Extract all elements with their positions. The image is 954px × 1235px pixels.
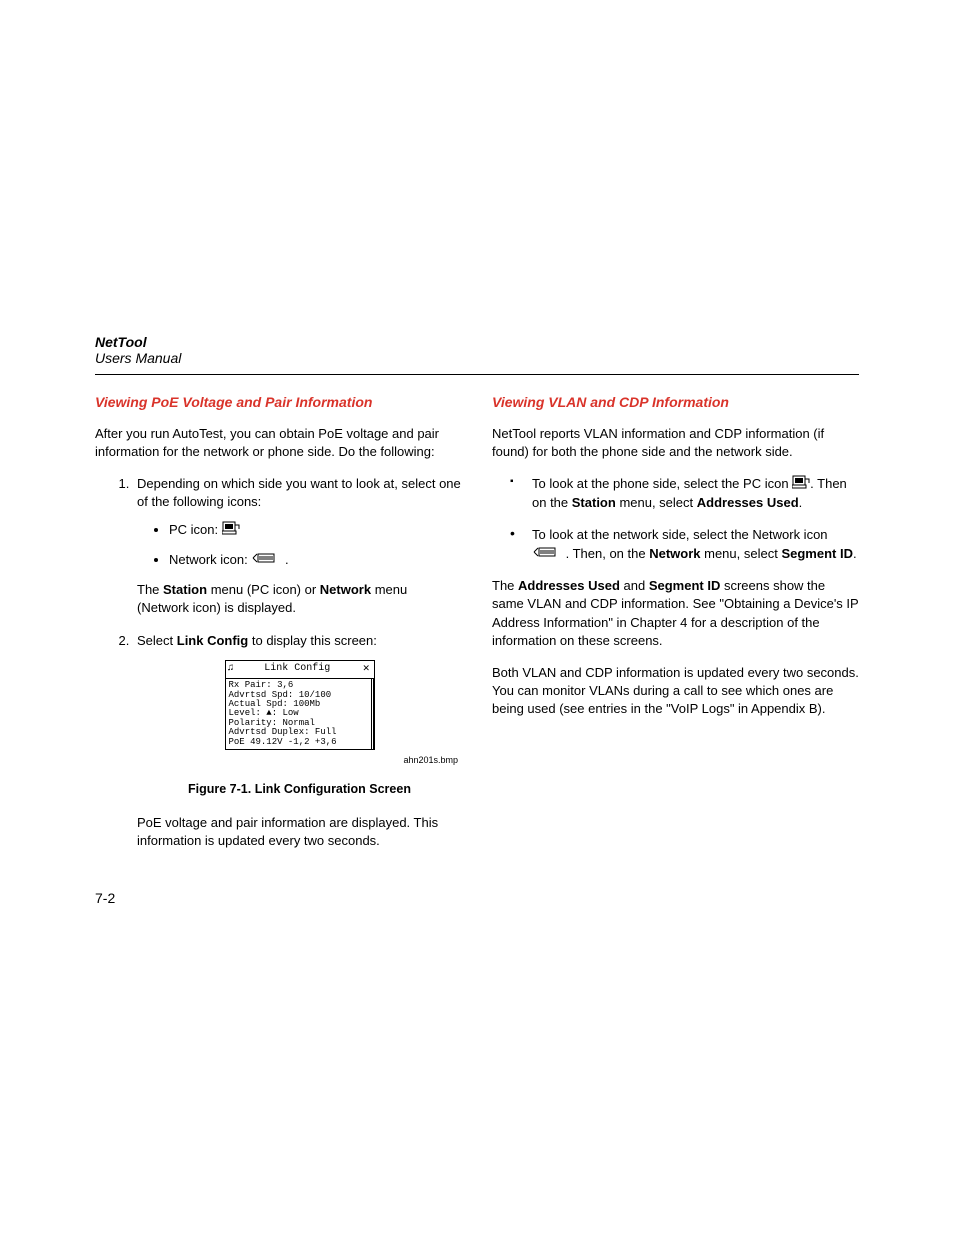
icon-list: PC icon: Network ico bbox=[137, 521, 462, 569]
doc-subtitle: Users Manual bbox=[95, 350, 859, 366]
network-icon bbox=[532, 545, 562, 563]
rb1-period: . bbox=[799, 495, 803, 510]
bold-segment-id: Segment ID bbox=[781, 546, 853, 561]
pc-icon-item: PC icon: bbox=[169, 521, 462, 540]
s2-post: to display this screen: bbox=[248, 633, 377, 648]
left-heading: Viewing PoE Voltage and Pair Information bbox=[95, 393, 462, 413]
product-title: NetTool bbox=[95, 334, 859, 350]
right-heading: Viewing VLAN and CDP Information bbox=[492, 393, 859, 413]
rb1-mid2: menu, select bbox=[616, 495, 697, 510]
rb2-mid2: menu, select bbox=[701, 546, 782, 561]
page-number: 7-2 bbox=[95, 890, 115, 906]
bold-addresses-used-2: Addresses Used bbox=[518, 578, 620, 593]
right-intro: NetTool reports VLAN information and CDP… bbox=[492, 425, 859, 461]
left-intro: After you run AutoTest, you can obtain P… bbox=[95, 425, 462, 461]
rp2-mid1: and bbox=[620, 578, 649, 593]
s1a-pre: The bbox=[137, 582, 163, 597]
rb1-pre: To look at the phone side, select the PC… bbox=[532, 476, 792, 491]
network-icon bbox=[251, 551, 281, 569]
right-bullet-list: To look at the phone side, select the PC… bbox=[492, 475, 859, 563]
rb2-period: . bbox=[853, 546, 857, 561]
rb2-pre: To look at the network side, select the … bbox=[532, 527, 828, 542]
bold-linkconfig: Link Config bbox=[177, 633, 249, 648]
screenshot-body: Rx Pair: 3,6 Advrtsd Spd: 10/100 Actual … bbox=[226, 679, 374, 749]
bold-segment-id-2: Segment ID bbox=[649, 578, 721, 593]
close-icon: ✕ bbox=[361, 662, 372, 677]
right-para-2: The Addresses Used and Segment ID screen… bbox=[492, 577, 859, 650]
rp2-pre: The bbox=[492, 578, 518, 593]
rb2-mid: . Then, on the bbox=[562, 546, 649, 561]
left-column: Viewing PoE Voltage and Pair Information… bbox=[95, 393, 462, 865]
steps-list: Depending on which side you want to look… bbox=[95, 475, 462, 851]
bmp-filename: ahn201s.bmp bbox=[137, 754, 462, 767]
pc-icon bbox=[222, 521, 240, 540]
step-1-text: Depending on which side you want to look… bbox=[137, 475, 462, 511]
bold-network-r: Network bbox=[649, 546, 700, 561]
link-config-screenshot: ♫ Link Config ✕ Rx Pair: 3,6 Advrtsd Spd… bbox=[225, 660, 375, 750]
content-columns: Viewing PoE Voltage and Pair Information… bbox=[95, 393, 859, 865]
step-2: Select Link Config to display this scree… bbox=[133, 632, 462, 851]
right-column: Viewing VLAN and CDP Information NetTool… bbox=[492, 393, 859, 865]
right-bullet-1: To look at the phone side, select the PC… bbox=[510, 475, 859, 512]
bold-network: Network bbox=[320, 582, 371, 597]
bold-addresses-used: Addresses Used bbox=[697, 495, 799, 510]
bold-station-r: Station bbox=[572, 495, 616, 510]
right-bullet-2: To look at the network side, select the … bbox=[510, 526, 859, 563]
step-1-after: The Station menu (PC icon) or Network me… bbox=[137, 581, 462, 617]
network-icon-label: Network icon: bbox=[169, 552, 248, 567]
screenshot-titlebar: ♫ Link Config ✕ bbox=[226, 661, 374, 679]
figure-caption: Figure 7-1. Link Configuration Screen bbox=[137, 781, 462, 799]
left-outro: PoE voltage and pair information are dis… bbox=[137, 814, 462, 850]
step-1: Depending on which side you want to look… bbox=[133, 475, 462, 618]
network-icon-item: Network icon: bbox=[169, 551, 462, 570]
page-header: NetTool Users Manual bbox=[95, 334, 859, 366]
right-para-3: Both VLAN and CDP information is updated… bbox=[492, 664, 859, 719]
pc-icon bbox=[792, 475, 810, 494]
screenshot-title-text: Link Config bbox=[234, 662, 361, 676]
bold-station: Station bbox=[163, 582, 207, 597]
header-divider bbox=[95, 374, 859, 375]
s1a-mid: menu (PC icon) or bbox=[207, 582, 320, 597]
screenshot-container: ♫ Link Config ✕ Rx Pair: 3,6 Advrtsd Spd… bbox=[137, 660, 462, 750]
s2-pre: Select bbox=[137, 633, 177, 648]
pc-icon-label: PC icon: bbox=[169, 522, 218, 537]
